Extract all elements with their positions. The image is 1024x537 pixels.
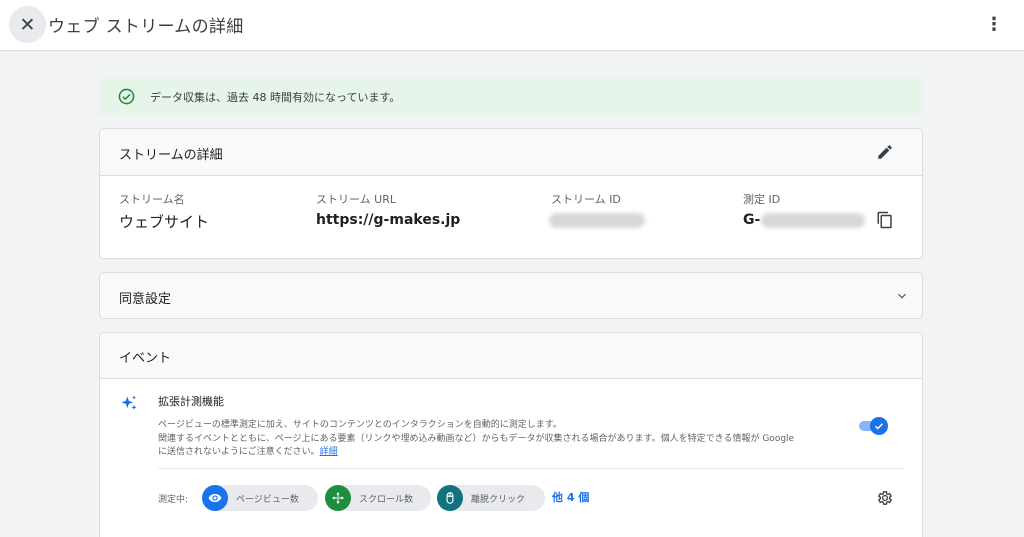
more-options-button[interactable]: ⋮ [982,12,1006,36]
stream-id-redacted [549,213,645,228]
close-icon: ✕ [19,13,36,36]
stream-name-label: ストリーム名 [119,193,185,206]
chip-label: ページビュー数 [236,495,299,505]
stream-details-header: ストリームの詳細 [100,129,922,176]
more-events-link[interactable]: 他 4 個 [552,489,589,505]
stream-details-title: ストリームの詳細 [119,148,223,163]
toggle-knob [870,417,888,435]
chip-page-views[interactable]: ページビュー数 [202,485,318,511]
consent-settings-row[interactable]: 同意設定 [99,272,923,319]
mouse-icon [446,492,454,504]
chip-icon-circle [437,485,463,511]
consent-settings-title: 同意設定 [119,292,172,307]
chip-icon-circle [202,485,228,511]
stream-url-label: ストリーム URL [316,193,396,206]
measurement-id-value: G- [743,212,761,228]
chevron-down-icon [898,293,906,299]
stream-details-card: ストリームの詳細 ストリーム名 ウェブサイト ストリーム URL https:/… [99,128,923,259]
eye-icon [208,493,222,503]
description-line-3-text: に送信されないようにご注意ください。 [158,447,320,457]
enhanced-measurement-toggle[interactable] [859,417,889,435]
page-title: ウェブ ストリームの詳細 [48,17,244,37]
events-title: イベント [119,351,172,366]
chip-outbound-clicks[interactable]: 離脱クリック [437,485,545,511]
top-app-bar: ✕ ウェブ ストリームの詳細 ⋮ [0,0,1024,51]
description-line-3: に送信されないようにご注意ください。詳細 [158,446,858,460]
events-header: イベント [100,333,922,379]
check-icon [874,423,884,430]
measurement-id-label: 測定 ID [743,193,781,206]
sparkle-icon [121,395,137,410]
chip-label: 離脱クリック [471,495,526,505]
description-line-2: 関連するイベントとともに、ページ上にある要素（リンクや埋め込み動画など）からもデ… [158,433,795,444]
stream-name-value: ウェブサイト [119,213,210,231]
learn-more-link[interactable]: 詳細 [320,447,338,457]
chip-scrolls[interactable]: スクロール数 [325,485,431,511]
edit-pencil-icon[interactable] [876,143,894,161]
measuring-label: 測定中: [158,495,189,505]
scroll-arrows-icon [332,492,344,504]
divider [158,468,904,469]
measurement-id-redacted [761,213,865,228]
enhanced-measurement-description: ページビューの標準測定に加え、サイトのコンテンツとのインタラクションを自動的に測… [158,419,858,460]
stream-id-label: ストリーム ID [551,193,621,206]
events-card: イベント 拡張計測機能 ページビューの標準測定に加え、サイトのコンテンツとのイン… [99,332,923,537]
close-button[interactable]: ✕ [9,6,46,43]
check-circle-icon [118,88,135,105]
banner-text: データ収集は、過去 48 時間有効になっています。 [150,91,401,104]
data-collection-banner: データ収集は、過去 48 時間有効になっています。 [99,78,923,115]
stream-url-value: https://g-makes.jp [316,212,461,228]
copy-icon[interactable] [876,211,894,229]
chip-label: スクロール数 [359,495,414,505]
description-line-1: ページビューの標準測定に加え、サイトのコンテンツとのインタラクションを自動的に測… [158,420,562,430]
gear-icon[interactable] [876,489,894,507]
more-vert-icon: ⋮ [985,13,1003,35]
chip-icon-circle [325,485,351,511]
enhanced-measurement-title: 拡張計測機能 [158,395,224,408]
